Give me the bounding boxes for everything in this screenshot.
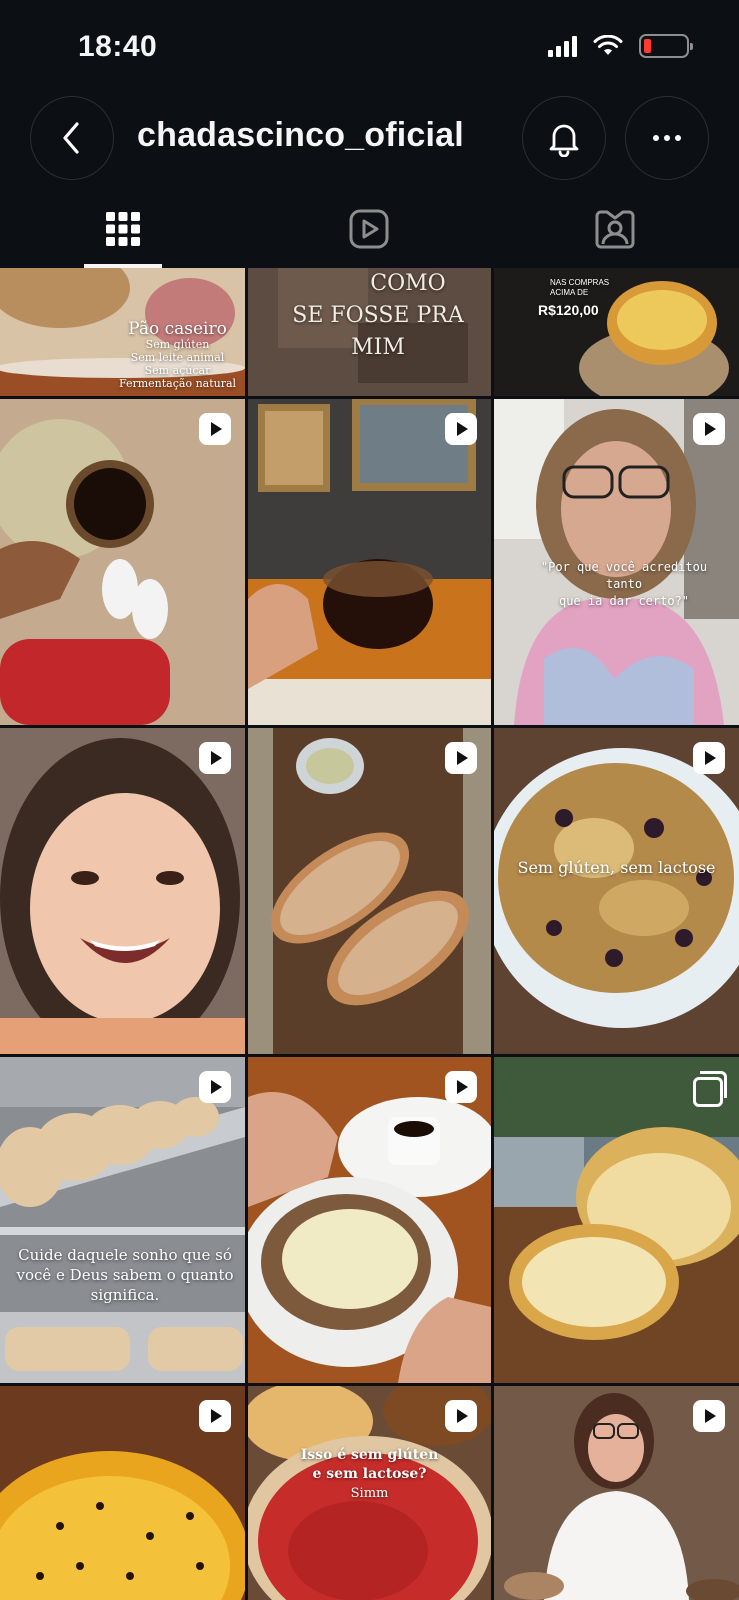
reel-icon	[693, 742, 725, 774]
post-tile[interactable]	[494, 1057, 739, 1383]
post-caption: Pão caseiro Sem glúten Sem leite animal …	[118, 319, 237, 390]
post-caption: Cuide daquele sonho que só você e Deus s…	[16, 1246, 234, 1304]
profile-tabs	[0, 190, 739, 268]
chevron-left-icon	[63, 122, 79, 154]
post-image	[248, 399, 491, 725]
tagged-person-icon	[595, 210, 635, 249]
reel-icon	[445, 1400, 477, 1432]
post-tile[interactable]: "Por que você acreditou tanto que ia dar…	[494, 399, 739, 725]
reel-icon	[445, 742, 477, 774]
post-tile[interactable]	[494, 1386, 739, 1600]
post-tile[interactable]: Pão caseiro Sem glúten Sem leite animal …	[0, 268, 245, 396]
signal-icon	[548, 35, 577, 57]
status-bar: 18:40	[0, 0, 739, 96]
post-caption: Isso é sem glúten e sem lactose? Simm	[300, 1447, 439, 1501]
tab-tagged[interactable]	[492, 190, 738, 268]
post-tile[interactable]	[248, 399, 491, 725]
carousel-icon	[693, 1071, 727, 1107]
reel-icon	[199, 413, 231, 445]
more-dots-icon	[653, 135, 681, 141]
post-tile[interactable]: Cuide daquele sonho que só você e Deus s…	[0, 1057, 245, 1383]
reel-icon	[693, 413, 725, 445]
reel-icon	[199, 1400, 231, 1432]
wifi-icon	[593, 35, 623, 55]
post-caption: COMO SE FOSSE PRA MIM	[292, 271, 464, 360]
post-image	[248, 728, 491, 1054]
reel-icon	[199, 1071, 231, 1103]
post-caption: NAS COMPRAS ACIMA DE R$120,00	[538, 278, 610, 318]
post-tile[interactable]	[248, 1057, 491, 1383]
post-tile[interactable]: Isso é sem glúten e sem lactose? Simm	[248, 1386, 491, 1600]
reel-icon	[445, 1071, 477, 1103]
post-tile[interactable]: NAS COMPRAS ACIMA DE R$120,00	[494, 268, 739, 396]
post-caption: "Por que você acreditou tanto que ia dar…	[540, 560, 708, 608]
reel-icon	[445, 413, 477, 445]
post-image	[0, 399, 245, 725]
status-icons	[548, 34, 693, 58]
bell-icon	[549, 124, 579, 157]
status-time: 18:40	[78, 30, 158, 63]
post-tile[interactable]	[0, 728, 245, 1054]
post-tile[interactable]: COMO SE FOSSE PRA MIM	[248, 268, 491, 396]
notifications-button[interactable]	[522, 96, 606, 180]
battery-icon	[639, 34, 693, 58]
profile-username: chadascinco_oficial	[137, 116, 464, 154]
back-button[interactable]	[30, 96, 114, 180]
tab-grid[interactable]	[0, 190, 246, 268]
tab-reels[interactable]	[246, 190, 492, 268]
profile-header: chadascinco_oficial	[0, 96, 739, 180]
post-tile[interactable]: Sem glúten, sem lactose	[494, 728, 739, 1054]
post-caption: Sem glúten, sem lactose	[517, 858, 716, 877]
post-image	[248, 1057, 491, 1383]
post-image	[0, 1057, 245, 1383]
grid-icon	[106, 212, 140, 246]
reel-icon	[693, 1400, 725, 1432]
post-tile[interactable]	[248, 728, 491, 1054]
post-tile[interactable]	[0, 1386, 245, 1600]
posts-grid: Pão caseiro Sem glúten Sem leite animal …	[0, 268, 739, 1600]
post-image	[494, 728, 739, 1054]
reel-icon	[199, 742, 231, 774]
reels-icon	[349, 209, 389, 249]
more-options-button[interactable]	[625, 96, 709, 180]
post-tile[interactable]	[0, 399, 245, 725]
post-image	[0, 728, 245, 1054]
